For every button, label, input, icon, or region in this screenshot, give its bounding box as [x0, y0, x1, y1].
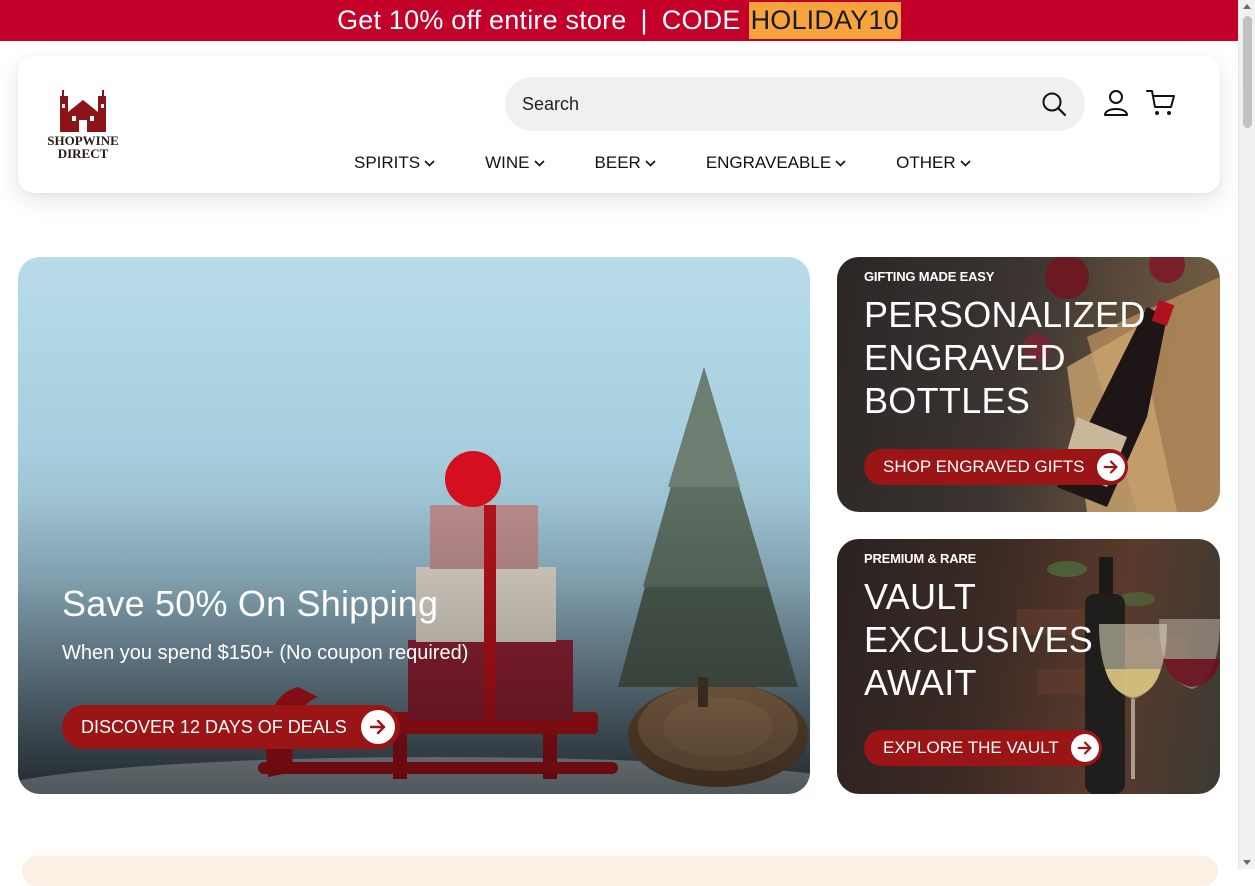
promo-separator: |: [640, 5, 648, 35]
headline-line: BOTTLES: [864, 380, 1031, 421]
headline-line: EXCLUSIVES: [864, 619, 1094, 660]
card-eyebrow: PREMIUM & RARE: [864, 551, 977, 566]
headline-line: PERSONALIZED: [864, 294, 1146, 335]
search-icon[interactable]: [1041, 91, 1067, 117]
discover-deals-button[interactable]: DISCOVER 12 DAYS OF DEALS: [62, 705, 400, 749]
page-scrollbar[interactable]: [1238, 0, 1255, 869]
cta-label: SHOP ENGRAVED GIFTS: [883, 457, 1085, 476]
chevron-down-icon: [960, 160, 971, 167]
scroll-down-icon[interactable]: [1243, 860, 1251, 865]
chevron-down-icon: [533, 160, 545, 167]
nav-label: OTHER: [896, 153, 956, 172]
headline-line: ENGRAVED: [864, 337, 1066, 378]
cta-label: EXPLORE THE VAULT: [883, 738, 1059, 757]
scroll-up-icon[interactable]: [1243, 4, 1251, 9]
scrollbar-thumb[interactable]: [1243, 16, 1252, 128]
promo-card-vault[interactable]: PREMIUM & RARE VAULT EXCLUSIVES AWAIT EX…: [837, 539, 1220, 794]
hero-title: Save 50% On Shipping: [62, 583, 439, 624]
nav-item-wine[interactable]: WINE: [485, 153, 545, 173]
promo-code-label: CODE: [661, 5, 741, 35]
promo-code: HOLIDAY10: [748, 2, 901, 39]
hero-subtitle: When you spend $150+ (No coupon required…: [62, 642, 469, 664]
nav-item-beer[interactable]: BEER: [595, 153, 656, 173]
chevron-down-icon: [645, 160, 656, 167]
main-nav: SPIRITS WINE BEER ENGRAVEABLE OTHER: [354, 152, 971, 174]
cta-label: DISCOVER 12 DAYS OF DEALS: [81, 716, 347, 737]
nav-label: SPIRITS: [354, 153, 421, 172]
winery-building-icon: [60, 90, 106, 132]
search-bar[interactable]: [505, 77, 1085, 131]
logo-wordmark: SHOPWINE DIRECT: [38, 134, 128, 160]
arrow-right-icon: [1096, 453, 1125, 481]
nav-label: WINE: [485, 153, 530, 172]
arrow-right-icon: [1070, 734, 1099, 762]
promo-text: Get 10% off entire store: [337, 5, 627, 35]
hero-banner[interactable]: Save 50% On Shipping When you spend $150…: [18, 257, 810, 794]
site-header: SHOPWINE DIRECT SPIRITS WINE BEER: [18, 56, 1220, 193]
nav-label: ENGRAVEABLE: [705, 153, 832, 172]
search-input[interactable]: [505, 77, 1025, 131]
headline-line: AWAIT: [864, 662, 977, 703]
card-headline: PERSONALIZED ENGRAVED BOTTLES: [864, 293, 1146, 422]
nav-label: BEER: [594, 153, 641, 172]
card-headline: VAULT EXCLUSIVES AWAIT: [864, 575, 1093, 704]
promo-banner[interactable]: Get 10% off entire store | CODE HOLIDAY1…: [0, 0, 1238, 41]
next-section-strip: [22, 856, 1218, 886]
user-icon[interactable]: [1103, 89, 1129, 117]
chevron-down-icon: [424, 160, 435, 167]
chevron-down-icon: [835, 160, 846, 167]
card-eyebrow: GIFTING MADE EASY: [864, 269, 995, 284]
nav-item-other[interactable]: OTHER: [896, 153, 971, 173]
shop-engraved-gifts-button[interactable]: SHOP ENGRAVED GIFTS: [864, 449, 1128, 485]
logo-line-2: DIRECT: [57, 146, 109, 161]
headline-line: VAULT: [864, 576, 977, 617]
cart-icon[interactable]: [1146, 89, 1176, 117]
explore-vault-button[interactable]: EXPLORE THE VAULT: [864, 730, 1102, 766]
site-logo[interactable]: SHOPWINE DIRECT: [38, 90, 128, 166]
promo-card-engraved[interactable]: GIFTING MADE EASY PERSONALIZED ENGRAVED …: [837, 257, 1220, 512]
nav-item-spirits[interactable]: SPIRITS: [354, 153, 435, 173]
arrow-right-icon: [360, 710, 395, 744]
nav-item-engraveable[interactable]: ENGRAVEABLE: [706, 153, 846, 173]
